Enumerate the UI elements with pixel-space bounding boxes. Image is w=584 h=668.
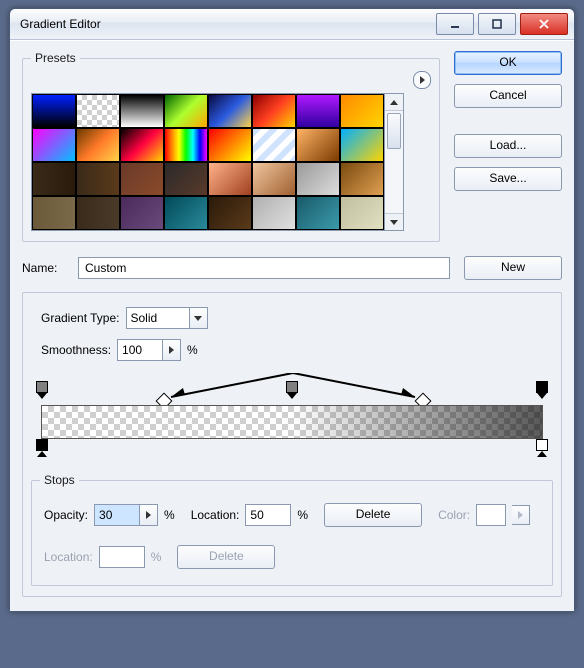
save-button[interactable]: Save...	[454, 167, 562, 191]
preset-swatch[interactable]	[164, 128, 208, 162]
smoothness-label: Smoothness:	[41, 343, 111, 357]
opacity-unit: %	[164, 508, 175, 522]
delete-color-stop-button: Delete	[177, 545, 275, 569]
color-label: Color:	[438, 508, 470, 522]
preset-swatch[interactable]	[120, 162, 164, 196]
preset-swatch[interactable]	[120, 196, 164, 230]
preset-swatch[interactable]	[76, 162, 120, 196]
opacity-stop-middle[interactable]	[285, 381, 299, 403]
presets-flyout-button[interactable]	[413, 71, 431, 89]
gradient-type-select[interactable]	[126, 307, 190, 329]
ok-button[interactable]: OK	[454, 51, 562, 75]
preset-swatch[interactable]	[208, 94, 252, 128]
delete-opacity-stop-button[interactable]: Delete	[324, 503, 422, 527]
location1-label: Location:	[191, 508, 240, 522]
preset-swatch-grid	[31, 93, 385, 231]
color-stop-right[interactable]	[535, 439, 549, 461]
stops-legend: Stops	[40, 473, 79, 487]
preset-swatch[interactable]	[340, 128, 384, 162]
preset-swatch[interactable]	[296, 196, 340, 230]
opacity-input[interactable]	[94, 504, 140, 526]
name-label: Name:	[22, 261, 78, 275]
preset-swatch[interactable]	[252, 128, 296, 162]
close-button[interactable]	[520, 13, 568, 35]
preset-swatch[interactable]	[164, 196, 208, 230]
opacity-stepper-button[interactable]	[140, 504, 158, 526]
preset-swatch[interactable]	[32, 94, 76, 128]
preset-swatch[interactable]	[340, 162, 384, 196]
location2-label: Location:	[44, 550, 93, 564]
opacity-label: Opacity:	[44, 508, 88, 522]
name-input[interactable]	[78, 257, 450, 279]
location2-input	[99, 546, 145, 568]
preset-swatch[interactable]	[76, 196, 120, 230]
gradient-bar[interactable]	[41, 405, 543, 439]
color-well	[476, 504, 506, 526]
gradient-type-dropdown-button[interactable]	[190, 307, 208, 329]
preset-swatch[interactable]	[252, 162, 296, 196]
smoothness-unit: %	[187, 343, 198, 357]
preset-swatch[interactable]	[32, 128, 76, 162]
window-title: Gradient Editor	[20, 17, 101, 31]
scroll-down-button[interactable]	[385, 213, 403, 230]
preset-swatch[interactable]	[340, 196, 384, 230]
preset-swatch[interactable]	[252, 94, 296, 128]
preset-swatch[interactable]	[32, 196, 76, 230]
opacity-stop-right[interactable]	[535, 381, 549, 403]
presets-legend: Presets	[31, 51, 80, 65]
preset-swatch[interactable]	[208, 162, 252, 196]
preset-swatch[interactable]	[164, 162, 208, 196]
presets-scrollbar[interactable]	[385, 93, 404, 231]
preset-swatch[interactable]	[32, 162, 76, 196]
preset-swatch[interactable]	[252, 196, 296, 230]
minimize-button[interactable]	[436, 13, 474, 35]
preset-swatch[interactable]	[296, 94, 340, 128]
preset-swatch[interactable]	[76, 94, 120, 128]
load-button[interactable]: Load...	[454, 134, 562, 158]
preset-swatch[interactable]	[340, 94, 384, 128]
preset-swatch[interactable]	[120, 94, 164, 128]
preset-swatch[interactable]	[208, 196, 252, 230]
location2-unit: %	[151, 550, 162, 564]
color-stepper-button	[512, 505, 530, 525]
preset-swatch[interactable]	[164, 94, 208, 128]
preset-swatch[interactable]	[76, 128, 120, 162]
smoothness-input[interactable]	[117, 339, 163, 361]
preset-swatch[interactable]	[296, 162, 340, 196]
location1-input[interactable]	[245, 504, 291, 526]
preset-swatch[interactable]	[296, 128, 340, 162]
preset-swatch[interactable]	[208, 128, 252, 162]
smoothness-stepper-button[interactable]	[163, 339, 181, 361]
color-stop-left[interactable]	[35, 439, 49, 461]
gradient-fieldset: Gradient Type: Smoothness: %	[22, 292, 562, 597]
scroll-up-button[interactable]	[385, 94, 403, 111]
stops-fieldset: Stops Opacity: % Location: %	[31, 473, 553, 586]
preset-swatch[interactable]	[120, 128, 164, 162]
cancel-button[interactable]: Cancel	[454, 84, 562, 108]
maximize-button[interactable]	[478, 13, 516, 35]
new-button[interactable]: New	[464, 256, 562, 280]
presets-fieldset: Presets	[22, 51, 440, 242]
flyout-icon	[420, 76, 425, 84]
gradient-ramp-area	[33, 379, 551, 469]
titlebar[interactable]: Gradient Editor	[10, 9, 574, 40]
scroll-thumb[interactable]	[387, 113, 401, 149]
opacity-stop-left[interactable]	[35, 381, 49, 403]
gradient-editor-window: Gradient Editor Presets	[9, 8, 575, 612]
gradient-type-label: Gradient Type:	[41, 311, 120, 325]
location1-unit: %	[297, 508, 308, 522]
